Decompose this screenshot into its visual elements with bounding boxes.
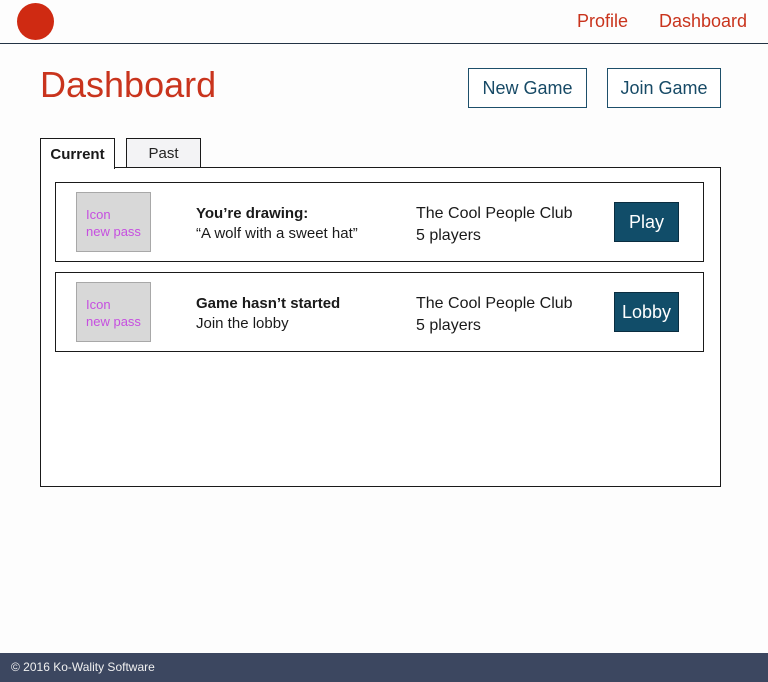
lobby-button[interactable]: Lobby xyxy=(614,292,679,332)
nav-link-dashboard[interactable]: Dashboard xyxy=(659,11,747,32)
game-status-title: You’re drawing: xyxy=(196,205,309,222)
game-club-info: The Cool People Club 5 players xyxy=(416,203,573,247)
tab-current[interactable]: Current xyxy=(40,138,115,169)
icon-placeholder-sublabel: new pass xyxy=(86,224,141,239)
icon-placeholder-sublabel: new pass xyxy=(86,314,141,329)
top-navbar: Profile Dashboard xyxy=(0,0,768,44)
game-status-detail: Join the lobby xyxy=(196,315,289,332)
game-status-title: Game hasn’t started xyxy=(196,295,341,312)
player-count: 5 players xyxy=(416,317,481,334)
game-row: Icon new pass Game hasn’t started Join t… xyxy=(55,272,704,352)
tab-past[interactable]: Past xyxy=(126,138,201,168)
games-panel: Icon new pass You’re drawing: “A wolf wi… xyxy=(40,167,721,487)
icon-placeholder-label: Icon xyxy=(86,297,111,312)
game-club-info: The Cool People Club 5 players xyxy=(416,293,573,337)
game-status: You’re drawing: “A wolf with a sweet hat… xyxy=(196,204,358,244)
game-icon-placeholder: Icon new pass xyxy=(76,192,151,252)
footer-copyright: © 2016 Ko-Wality Software xyxy=(11,660,155,674)
icon-placeholder-label: Icon xyxy=(86,207,111,222)
play-button[interactable]: Play xyxy=(614,202,679,242)
game-icon-placeholder: Icon new pass xyxy=(76,282,151,342)
page-title: Dashboard xyxy=(40,64,217,105)
footer: © 2016 Ko-Wality Software xyxy=(0,653,768,682)
logo-icon[interactable] xyxy=(17,3,54,40)
game-status: Game hasn’t started Join the lobby xyxy=(196,294,340,334)
join-game-button[interactable]: Join Game xyxy=(607,68,721,108)
player-count: 5 players xyxy=(416,227,481,244)
club-name: The Cool People Club xyxy=(416,295,573,312)
nav-link-profile[interactable]: Profile xyxy=(577,11,628,32)
club-name: The Cool People Club xyxy=(416,205,573,222)
game-row: Icon new pass You’re drawing: “A wolf wi… xyxy=(55,182,704,262)
game-status-detail: “A wolf with a sweet hat” xyxy=(196,225,358,242)
new-game-button[interactable]: New Game xyxy=(468,68,587,108)
